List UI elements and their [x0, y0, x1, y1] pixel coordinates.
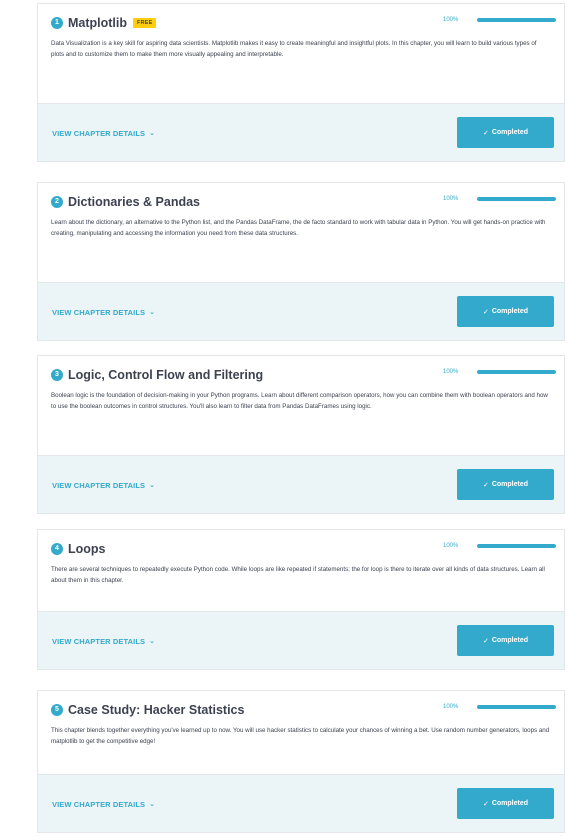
free-badge: FREE — [133, 18, 157, 28]
chapter-list: 1 Matplotlib FREE 100% Data Visualizatio… — [0, 0, 582, 837]
chevron-down-icon: ⌄ — [149, 638, 156, 645]
progress-bar-fill — [477, 370, 556, 374]
completed-label: Completed — [491, 481, 529, 488]
checkmark-icon: ✓ — [482, 129, 489, 137]
chapter-number-badge: 2 — [51, 196, 63, 208]
view-chapter-details-link[interactable]: VIEW CHAPTER DETAILS ⌄ — [52, 456, 155, 514]
chapter-card: 1 Matplotlib FREE 100% Data Visualizatio… — [37, 3, 565, 162]
chapter-number-badge: 3 — [51, 369, 63, 381]
chapter-footer: VIEW CHAPTER DETAILS ⌄ ✓ Completed — [38, 282, 564, 340]
chapter-description: There are several techniques to repeated… — [51, 566, 545, 584]
view-chapter-details-link[interactable]: VIEW CHAPTER DETAILS ⌄ — [52, 775, 155, 833]
completed-label: Completed — [491, 308, 529, 315]
view-details-label: VIEW CHAPTER DETAILS — [52, 636, 146, 646]
progress-bar — [477, 370, 556, 374]
view-details-label: VIEW CHAPTER DETAILS — [52, 480, 146, 490]
view-details-label: VIEW CHAPTER DETAILS — [52, 128, 146, 138]
view-details-label: VIEW CHAPTER DETAILS — [52, 307, 146, 317]
progress-bar-fill — [477, 18, 556, 22]
completed-button[interactable]: ✓ Completed — [457, 469, 554, 500]
progress-bar-fill — [477, 705, 556, 709]
chapter-footer: VIEW CHAPTER DETAILS ⌄ ✓ Completed — [38, 774, 564, 832]
progress-percent: 100% — [443, 704, 459, 710]
view-chapter-details-link[interactable]: VIEW CHAPTER DETAILS ⌄ — [52, 612, 155, 670]
checkmark-icon: ✓ — [482, 637, 489, 645]
completed-button[interactable]: ✓ Completed — [457, 117, 554, 148]
chapter-title: Case Study: Hacker Statistics — [68, 703, 245, 717]
chapter-card: 2 Dictionaries & Pandas 100% Learn about… — [37, 182, 565, 341]
progress-percent: 100% — [443, 543, 459, 549]
chapter-card: 3 Logic, Control Flow and Filtering 100%… — [37, 355, 565, 514]
chapter-title: Dictionaries & Pandas — [68, 195, 200, 209]
chapter-footer: VIEW CHAPTER DETAILS ⌄ ✓ Completed — [38, 455, 564, 513]
chapter-body: 5 Case Study: Hacker Statistics 100% Thi… — [38, 691, 564, 776]
chapter-number-badge: 5 — [51, 704, 63, 716]
chapter-progress: 100% — [443, 704, 556, 710]
chapter-card: 4 Loops 100% There are several technique… — [37, 529, 565, 670]
chevron-down-icon: ⌄ — [149, 309, 156, 316]
chapter-description: This chapter blends together everything … — [51, 727, 550, 745]
chapter-body: 2 Dictionaries & Pandas 100% Learn about… — [38, 183, 564, 284]
chapter-title: Logic, Control Flow and Filtering — [68, 368, 264, 382]
completed-label: Completed — [491, 800, 529, 807]
chapter-number-badge: 4 — [51, 543, 63, 555]
chevron-down-icon: ⌄ — [149, 482, 156, 489]
completed-button[interactable]: ✓ Completed — [457, 625, 554, 656]
chapter-description: Boolean logic is the foundation of decis… — [51, 392, 548, 410]
chapter-progress: 100% — [443, 17, 556, 23]
completed-label: Completed — [491, 129, 529, 136]
progress-bar — [477, 197, 556, 201]
chapter-progress: 100% — [443, 196, 556, 202]
progress-percent: 100% — [443, 196, 459, 202]
chapter-body: 4 Loops 100% There are several technique… — [38, 530, 564, 613]
chapter-title: Loops — [68, 542, 106, 556]
progress-percent: 100% — [443, 17, 459, 23]
chapter-body: 1 Matplotlib FREE 100% Data Visualizatio… — [38, 4, 564, 105]
progress-bar — [477, 705, 556, 709]
progress-bar-fill — [477, 544, 556, 548]
view-chapter-details-link[interactable]: VIEW CHAPTER DETAILS ⌄ — [52, 104, 155, 162]
completed-button[interactable]: ✓ Completed — [457, 788, 554, 819]
chapter-footer: VIEW CHAPTER DETAILS ⌄ ✓ Completed — [38, 103, 564, 161]
checkmark-icon: ✓ — [482, 308, 489, 316]
progress-bar — [477, 544, 556, 548]
chapter-description: Data Visualization is a key skill for as… — [51, 40, 537, 58]
completed-button[interactable]: ✓ Completed — [457, 296, 554, 327]
checkmark-icon: ✓ — [482, 481, 489, 489]
chapter-progress: 100% — [443, 543, 556, 549]
progress-percent: 100% — [443, 369, 459, 375]
chevron-down-icon: ⌄ — [149, 130, 156, 137]
chapter-number-badge: 1 — [51, 17, 63, 29]
chapter-progress: 100% — [443, 369, 556, 375]
chapter-title: Matplotlib — [68, 16, 128, 30]
chapter-description: Learn about the dictionary, an alternati… — [51, 219, 546, 237]
chapter-body: 3 Logic, Control Flow and Filtering 100%… — [38, 356, 564, 457]
chevron-down-icon: ⌄ — [149, 801, 156, 808]
chapter-card: 5 Case Study: Hacker Statistics 100% Thi… — [37, 690, 565, 833]
progress-bar — [477, 18, 556, 22]
chapter-footer: VIEW CHAPTER DETAILS ⌄ ✓ Completed — [38, 611, 564, 669]
checkmark-icon: ✓ — [482, 800, 489, 808]
progress-bar-fill — [477, 197, 556, 201]
view-chapter-details-link[interactable]: VIEW CHAPTER DETAILS ⌄ — [52, 283, 155, 341]
view-details-label: VIEW CHAPTER DETAILS — [52, 799, 146, 809]
completed-label: Completed — [491, 637, 529, 644]
